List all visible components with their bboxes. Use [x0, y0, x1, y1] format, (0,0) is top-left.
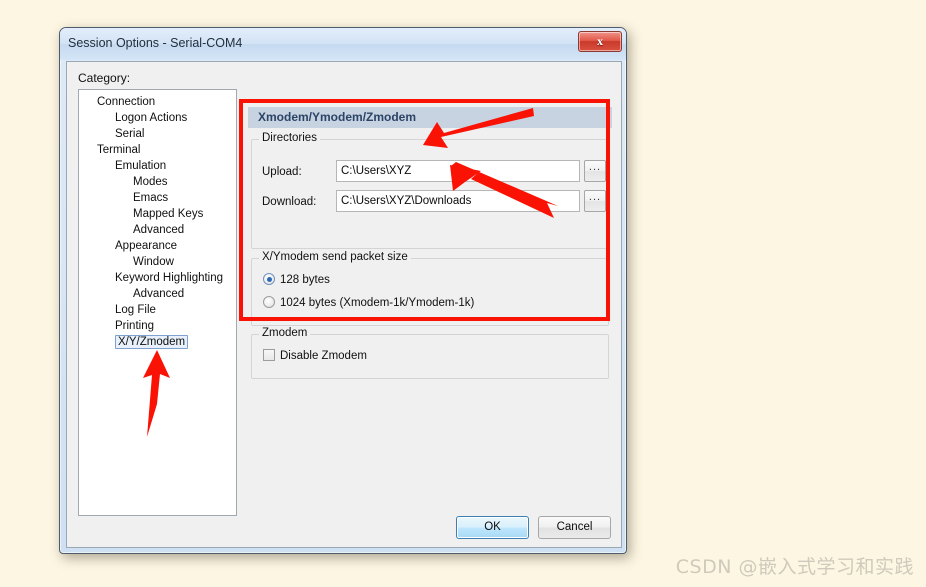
tree-item-emacs[interactable]: Emacs: [79, 190, 236, 206]
tree-item-keyword-highlighting[interactable]: ◢Keyword Highlighting: [79, 270, 236, 286]
packet-size-group-title: X/Ymodem send packet size: [259, 251, 411, 263]
close-icon: x: [597, 34, 603, 48]
tree-item-logon-actions[interactable]: Logon Actions: [79, 110, 236, 126]
upload-input[interactable]: C:\Users\XYZ: [336, 160, 580, 182]
download-input[interactable]: C:\Users\XYZ\Downloads: [336, 190, 580, 212]
tree-item-label: Window: [133, 256, 174, 268]
tree-item-terminal[interactable]: ◢Terminal: [79, 142, 236, 158]
category-label: Category:: [78, 71, 131, 85]
disable-zmodem-checkbox-indicator: [263, 349, 275, 361]
cancel-button[interactable]: Cancel: [538, 516, 611, 539]
tree-item-label: Connection: [97, 96, 156, 108]
tree-item-label: Emulation: [115, 160, 167, 172]
radio-128-bytes-label: 128 bytes: [280, 274, 330, 286]
download-label: Download:: [262, 196, 317, 208]
download-browse-button[interactable]: ...: [584, 190, 606, 212]
radio-128-bytes[interactable]: 128 bytes: [263, 273, 330, 286]
radio-128-bytes-indicator: [263, 273, 275, 285]
tree-item-label: Logon Actions: [115, 112, 188, 124]
radio-1024-bytes-label: 1024 bytes (Xmodem-1k/Ymodem-1k): [280, 297, 475, 309]
disable-zmodem-label: Disable Zmodem: [280, 350, 367, 362]
ok-button[interactable]: OK: [456, 516, 529, 539]
radio-1024-bytes-indicator: [263, 296, 275, 308]
disable-zmodem-checkbox[interactable]: Disable Zmodem: [263, 349, 367, 362]
tree-item-label: Serial: [115, 128, 145, 140]
zmodem-group-title: Zmodem: [259, 327, 311, 339]
tree-item-label: X/Y/Zmodem: [115, 335, 189, 349]
tree-item-advanced[interactable]: Advanced: [79, 286, 236, 302]
tree-item-label: Mapped Keys: [133, 208, 204, 220]
category-tree[interactable]: ◢ConnectionLogon ActionsSerial◢Terminal◢…: [78, 89, 237, 516]
upload-label: Upload:: [262, 166, 302, 178]
tree-item-emulation[interactable]: ◢Emulation: [79, 158, 236, 174]
zmodem-group: Zmodem Disable Zmodem: [251, 327, 609, 379]
tree-item-window[interactable]: Window: [79, 254, 236, 270]
tree-item-serial[interactable]: Serial: [79, 126, 236, 142]
tree-item-label: Keyword Highlighting: [115, 272, 224, 284]
tree-item-modes[interactable]: Modes: [79, 174, 236, 190]
tree-item-mapped-keys[interactable]: Mapped Keys: [79, 206, 236, 222]
tree-item-label: Modes: [133, 176, 168, 188]
tree-item-printing[interactable]: Printing: [79, 318, 236, 334]
radio-1024-bytes[interactable]: 1024 bytes (Xmodem-1k/Ymodem-1k): [263, 296, 474, 309]
tree-item-label: Log File: [115, 304, 156, 316]
tree-item-label: Terminal: [97, 144, 141, 156]
dialog-title: Session Options - Serial-COM4: [68, 36, 243, 50]
tree-item-appearance[interactable]: ◢Appearance: [79, 238, 236, 254]
tree-item-label: Appearance: [115, 240, 178, 252]
tree-item-advanced[interactable]: Advanced: [79, 222, 236, 238]
packet-size-group: X/Ymodem send packet size 128 bytes 1024…: [251, 251, 609, 326]
directories-group: Directories Upload: C:\Users\XYZ ... Dow…: [251, 132, 609, 249]
tree-item-label: Advanced: [133, 288, 185, 300]
dialog-client-area: Category: ◢Connection Logon Actions Serial…: [66, 61, 622, 548]
close-button[interactable]: x: [578, 31, 622, 52]
pane-header-title: Xmodem/Ymodem/Zmodem: [258, 110, 417, 124]
tree-item-connection[interactable]: ◢Connection: [79, 94, 236, 110]
tree-item-label: Emacs: [133, 192, 169, 204]
upload-browse-button[interactable]: ...: [584, 160, 606, 182]
tree-item-x-y-zmodem[interactable]: X/Y/Zmodem: [79, 334, 236, 350]
pane-header: Xmodem/Ymodem/Zmodem: [248, 107, 612, 128]
session-options-dialog: Session Options - Serial-COM4 x Category…: [59, 27, 627, 554]
tree-item-label: Printing: [115, 320, 154, 332]
watermark: CSDN @嵌入式学习和实践: [675, 556, 914, 578]
dialog-titlebar[interactable]: Session Options - Serial-COM4 x: [60, 28, 626, 60]
tree-item-label: Advanced: [133, 224, 185, 236]
directories-group-title: Directories: [259, 132, 320, 144]
tree-item-log-file[interactable]: Log File: [79, 302, 236, 318]
